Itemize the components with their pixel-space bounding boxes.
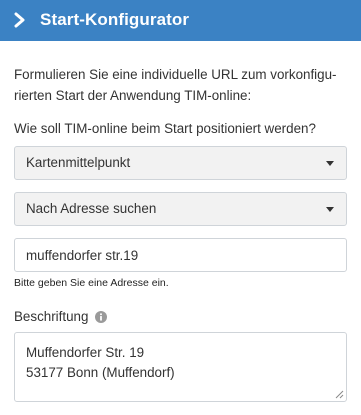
chevron-right-icon <box>14 12 25 28</box>
caption-label: Beschriftung <box>14 309 89 324</box>
address-help-text: Bitte geben Sie eine Adresse ein. <box>14 277 169 289</box>
caption-line-2: 53177 Bonn (Muffendorf) <box>26 365 175 380</box>
center-select[interactable]: Kartenmittelpunkt <box>14 146 347 180</box>
center-select-value: Kartenmittelpunkt <box>26 155 131 170</box>
caption-textarea[interactable]: Muffendorfer Str. 19 53177 Bonn (Muffend… <box>14 332 347 402</box>
caret-down-icon <box>326 161 334 166</box>
panel-title: Start-Konfigurator <box>40 10 190 29</box>
caption-label-row: Beschriftung <box>14 309 108 325</box>
position-question: Wie soll TIM-online beim Start positioni… <box>14 121 316 136</box>
search-mode-select-value: Nach Adresse suchen <box>26 201 157 216</box>
intro-text: Formulieren Sie eine individuelle URL zu… <box>14 67 337 103</box>
address-input[interactable] <box>14 238 347 272</box>
info-icon[interactable] <box>95 311 108 323</box>
start-configurator-panel: Start-Konfigurator Formulieren Sie eine … <box>0 0 361 415</box>
resize-grip-icon[interactable] <box>335 390 344 399</box>
caption-line-1: Muffendorfer Str. 19 <box>26 345 145 360</box>
panel-header[interactable]: Start-Konfigurator <box>0 0 361 41</box>
caret-down-icon <box>326 207 334 212</box>
search-mode-select[interactable]: Nach Adresse suchen <box>14 192 347 226</box>
